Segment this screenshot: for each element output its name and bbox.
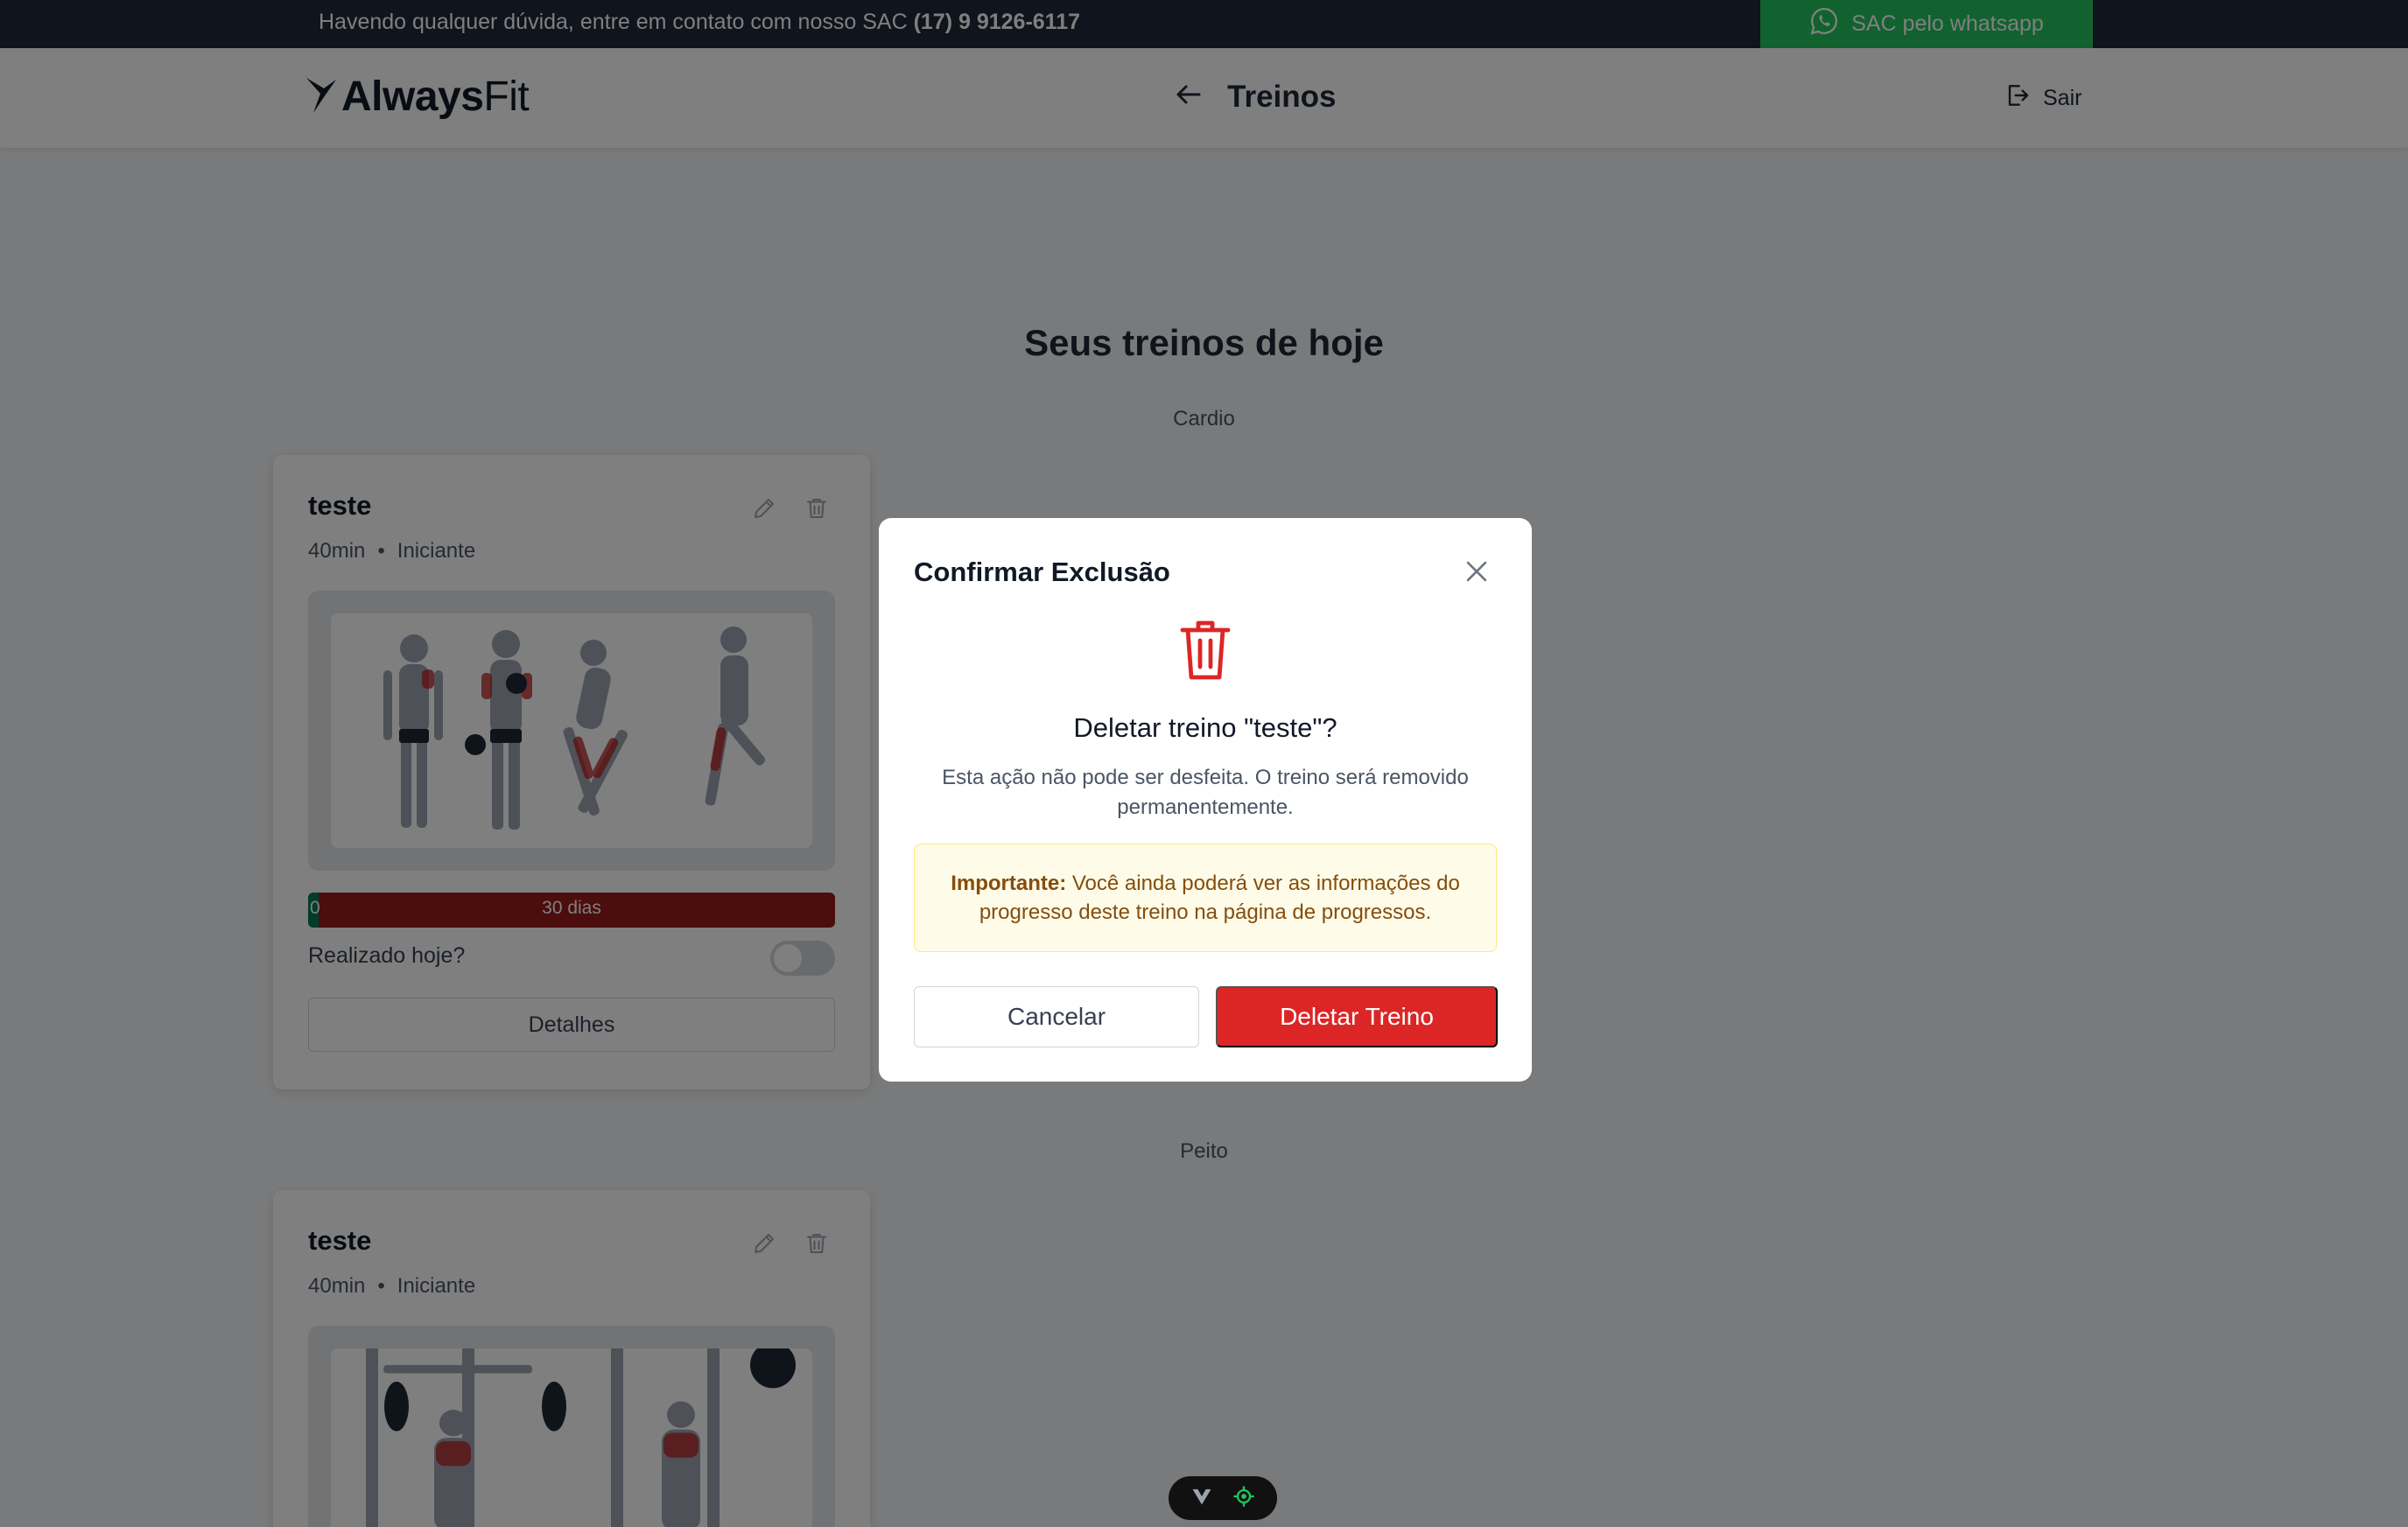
modal-description: Esta ação não pode ser desfeita. O trein… [942,766,1469,819]
important-note: Importante: Você ainda poderá ver as inf… [914,844,1497,952]
vue-devtools-icon[interactable] [1190,1484,1214,1513]
target-icon[interactable] [1232,1484,1256,1513]
close-icon[interactable] [1462,557,1492,586]
delete-button[interactable]: Deletar Treino [1216,986,1498,1047]
devtools-toolbar[interactable] [1169,1476,1277,1520]
trash-icon [1177,616,1233,683]
cancel-button[interactable]: Cancelar [914,986,1199,1047]
confirm-delete-modal: Confirmar Exclusão Deletar treino "teste… [879,518,1532,1082]
modal-title: Confirmar Exclusão [914,557,1170,587]
modal-question: Deletar treino "teste"? [1073,712,1337,743]
note-label: Importante: [951,872,1067,895]
